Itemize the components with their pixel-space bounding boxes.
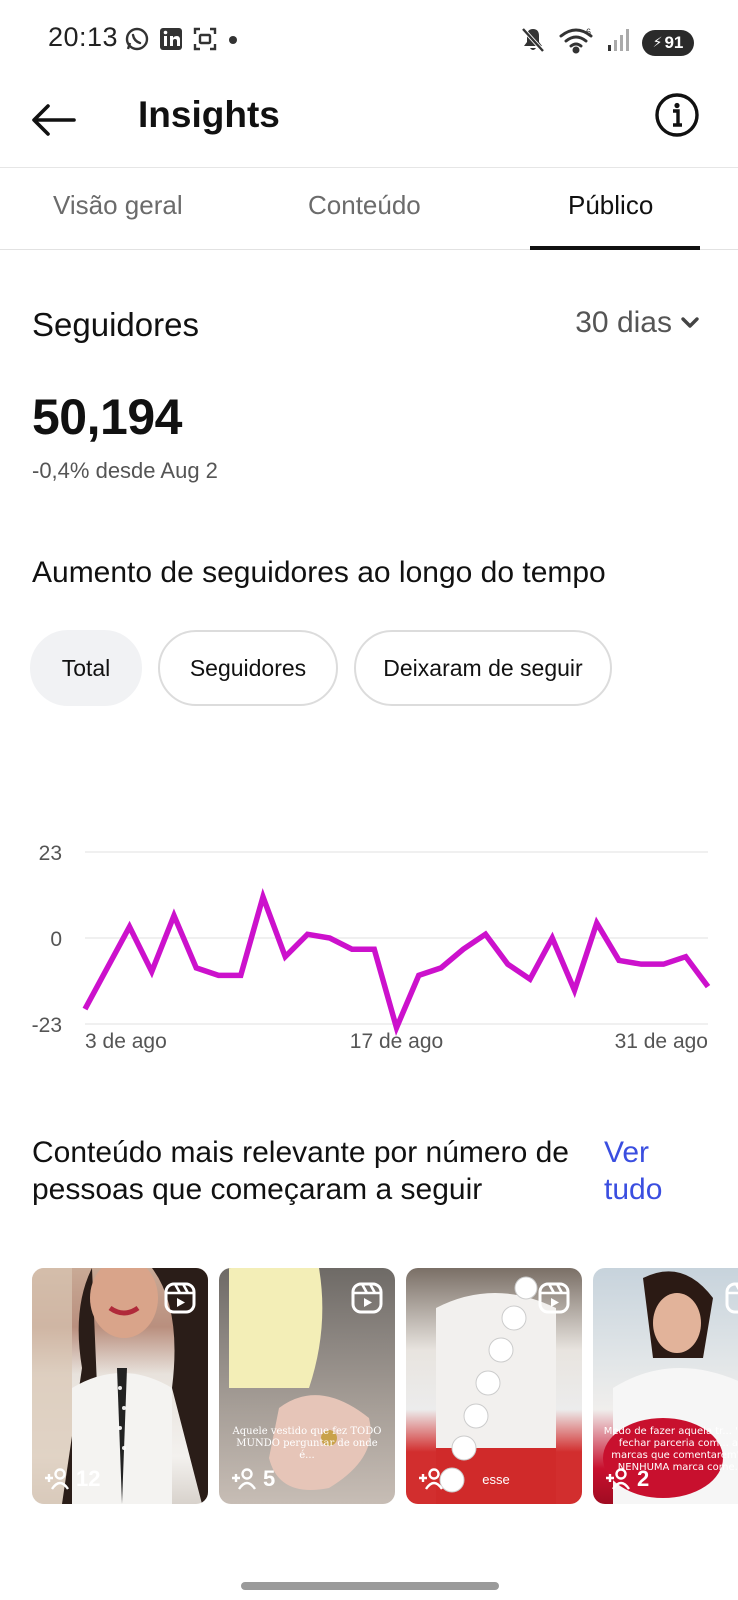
status-notification-icons — [124, 26, 240, 52]
whatsapp-icon — [124, 26, 150, 52]
thumbnail-caption: esse — [482, 1471, 510, 1487]
chevron-down-icon — [681, 317, 699, 328]
y-tick-label: -23 — [32, 1014, 62, 1037]
period-value: 30 dias — [575, 306, 672, 339]
top-content-carousel: 12 Aquele vestido que fez TODO MUNDO per… — [32, 1268, 738, 1508]
page-title: Insights — [138, 94, 280, 135]
new-followers-count: 5 — [231, 1466, 275, 1492]
followers-delta: -0,4% desde Aug 2 — [32, 458, 218, 483]
followers-growth-chart: 230-233 de ago 17 de ago 31 de ago — [32, 842, 711, 1053]
active-tab-indicator — [530, 246, 700, 250]
period-dropdown[interactable]: 30 dias — [575, 306, 700, 340]
back-button[interactable] — [28, 94, 80, 146]
y-tick-label: 23 — [39, 842, 62, 865]
y-tick-label: 0 — [50, 928, 62, 951]
arrow-left-icon — [32, 104, 76, 136]
status-time: 20:13 — [48, 22, 119, 52]
series-line — [82, 888, 711, 1036]
top-content-title: Conteúdo mais relevante por número de pe… — [32, 1136, 569, 1206]
x-tick-label: 3 de ago — [85, 1030, 167, 1053]
reel-icon — [351, 1282, 383, 1314]
add-person-icon — [419, 1468, 443, 1490]
thumbnail-caption: Aquele vestido que fez TODO MUNDO pergun… — [232, 1426, 382, 1461]
followers-count: 50,194 — [32, 389, 182, 445]
content-thumbnail[interactable]: Aquele vestido que fez TODO MUNDO pergun… — [219, 1268, 395, 1504]
reel-icon — [164, 1282, 196, 1314]
tab-conteudo[interactable]: Conteúdo — [308, 190, 421, 221]
growth-title: Aumento de seguidores ao longo do tempo — [32, 556, 606, 589]
add-person-icon — [606, 1468, 630, 1490]
mute-icon — [520, 26, 546, 59]
reel-icon — [725, 1282, 738, 1314]
add-person-icon — [232, 1468, 256, 1490]
info-button[interactable] — [654, 92, 700, 138]
home-indicator[interactable] — [241, 1582, 499, 1590]
new-followers-count: 3 esse — [418, 1466, 510, 1492]
add-person-icon — [45, 1468, 69, 1490]
filter-chip-seguidores[interactable]: Seguidores — [158, 630, 338, 706]
wifi-icon: 6 — [558, 26, 594, 59]
new-followers-count: 12 — [44, 1466, 100, 1492]
scan-icon — [192, 26, 218, 52]
reel-icon — [538, 1282, 570, 1314]
app-header: Insights — [0, 80, 738, 168]
content-thumbnail[interactable]: 3 esse — [406, 1268, 582, 1504]
x-tick-label: 31 de ago — [615, 1030, 708, 1053]
info-icon — [655, 93, 699, 137]
followers-title: Seguidores — [32, 306, 199, 343]
linkedin-icon — [158, 26, 184, 52]
signal-icon — [606, 27, 630, 58]
content-thumbnail[interactable]: Medo de fazer aquela tr... "Vou fechar p… — [593, 1268, 738, 1504]
filter-chip-total[interactable]: Total — [30, 630, 142, 706]
status-bar: 20:13 6 ⚡ 91 — [0, 0, 738, 80]
tab-visao-geral[interactable]: Visão geral — [53, 190, 183, 221]
battery-level: 91 — [664, 32, 684, 52]
battery-icon: ⚡ 91 — [642, 29, 694, 56]
content-thumbnail[interactable]: 12 — [32, 1268, 208, 1504]
dot-icon — [226, 26, 240, 52]
filter-chip-deixaram-de-seguir[interactable]: Deixaram de seguir — [354, 630, 612, 706]
new-followers-count: 2 — [605, 1466, 649, 1492]
tab-bar: Visão geral Conteúdo Público — [0, 168, 738, 250]
tab-publico[interactable]: Público — [568, 190, 653, 221]
svg-text:6: 6 — [586, 27, 591, 37]
status-system-icons: 6 ⚡ 91 — [520, 26, 694, 59]
see-all-link[interactable]: Ver tudo — [604, 1134, 694, 1208]
